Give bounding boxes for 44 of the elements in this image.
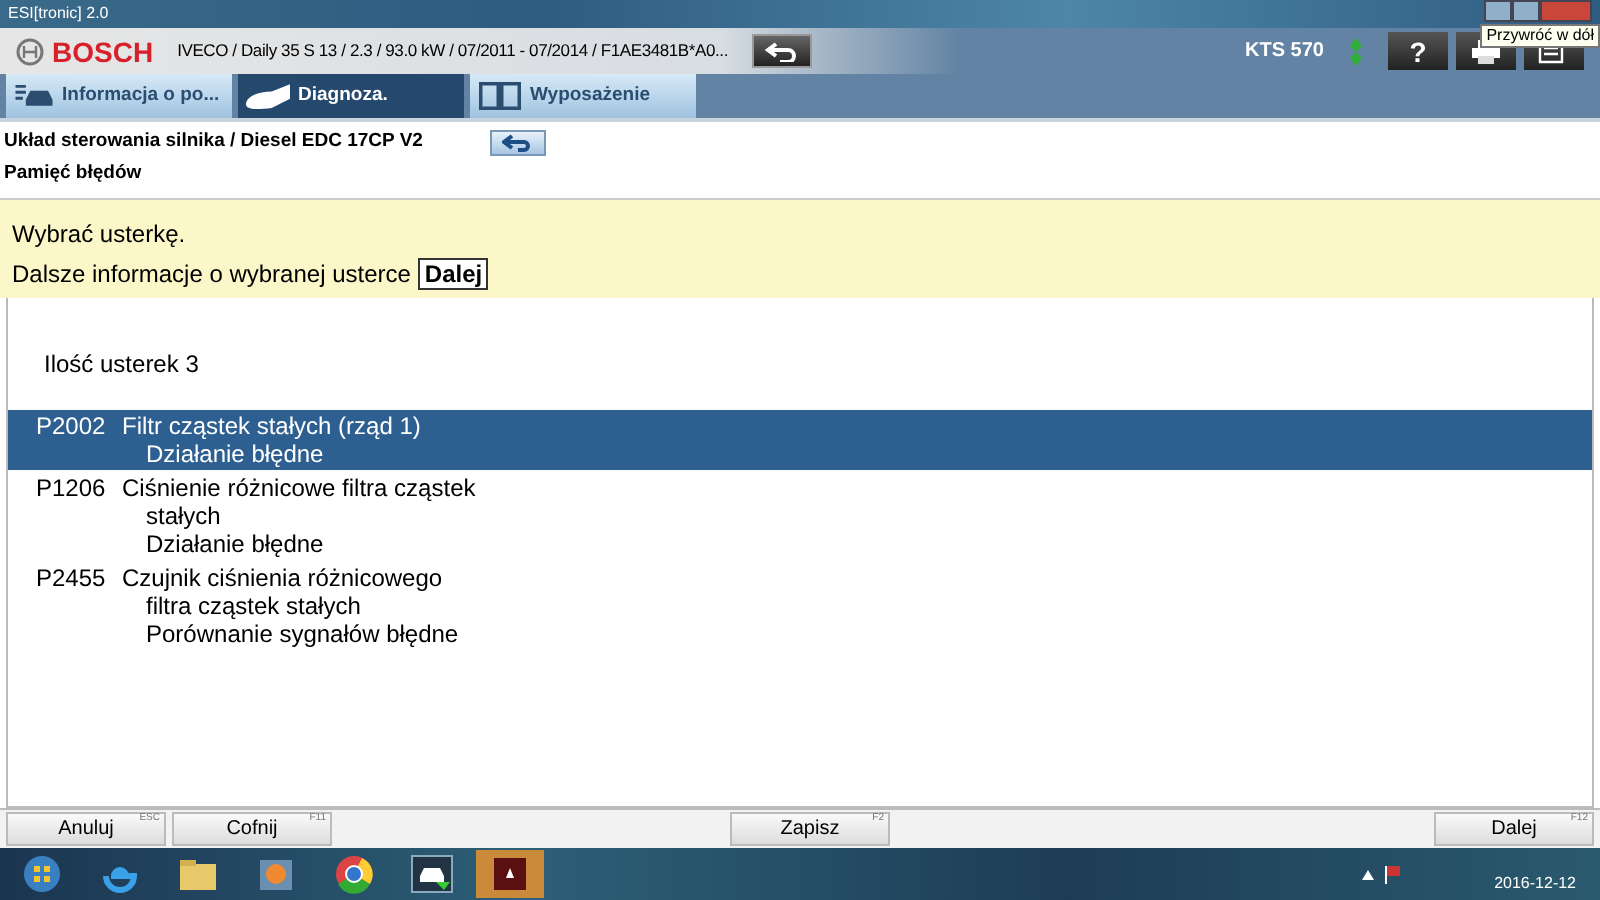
fault-description: Filtr cząstek stałych (rząd 1) xyxy=(122,412,421,440)
restore-button[interactable] xyxy=(1512,0,1540,22)
fault-code: P1206 xyxy=(34,474,108,506)
connection-icon xyxy=(1348,37,1364,65)
fault-description: filtra cząstek stałych xyxy=(144,592,363,620)
key-label: Dalej xyxy=(418,258,489,290)
back-button[interactable] xyxy=(490,130,547,156)
fault-row[interactable]: P2002 Filtr cząstek stałych (rząd 1) Działanie błędne xyxy=(8,410,1592,470)
vehicle-info: IVECO / Daily 35 S 13 / 2.3 / 93.0 kW / 07/2011 - 07/2014 / F1AE3481B*A0... xyxy=(177,38,728,64)
tooltip: Przywróć w dół xyxy=(1480,24,1600,48)
app-icon[interactable] xyxy=(476,850,544,898)
brand-name: BOSCH xyxy=(52,37,154,65)
tab[interactable]: Wyposażenie xyxy=(470,74,696,118)
plug-icon xyxy=(246,83,290,109)
tray-arrow-icon[interactable] xyxy=(1362,869,1375,879)
tab[interactable]: Informacja o po... xyxy=(6,74,232,118)
logo-icon xyxy=(16,37,44,65)
fault-description: Porównanie sygnałów błędne xyxy=(144,620,459,648)
fault-description: Ciśnienie różnicowe filtra cząstek xyxy=(122,474,476,502)
page-title: Pamięć błędów xyxy=(2,160,144,188)
fault-description: Działanie błędne xyxy=(144,440,326,468)
minimize-button[interactable] xyxy=(1484,0,1512,22)
back-button[interactable] xyxy=(752,34,812,68)
window-title: ESI[tronic] 2.0 xyxy=(8,6,109,22)
fault-description: stałych xyxy=(144,502,223,530)
fault-description: Czujnik ciśnienia różnicowego xyxy=(122,564,445,592)
tab[interactable]: Diagnoza. xyxy=(238,74,464,118)
hint-text: Wybrać usterkę. xyxy=(12,218,188,252)
device-name: KTS 570 xyxy=(1245,38,1324,66)
clock-date[interactable]: 2016-12-12 xyxy=(1494,872,1576,896)
fault-description: Działanie błędne xyxy=(144,530,326,558)
book-icon xyxy=(478,82,522,110)
fault-row[interactable]: P2455 Czujnik ciśnienia różnicowego filtra cząstek stałych Porównanie sygnałów błędne xyxy=(8,562,1592,650)
hint-text: Dalsze informacje o wybranej usterce xyxy=(12,258,411,292)
car-icon xyxy=(14,84,54,108)
fault-code: P2455 xyxy=(34,564,108,596)
fault-count: Ilość usterek 3 xyxy=(42,348,201,382)
fault-row[interactable]: P1206 Ciśnienie różnicowe filtra cząstek stałych Działanie błędne xyxy=(8,472,1592,560)
back-arrow-icon xyxy=(764,41,800,61)
help-button[interactable]: ? xyxy=(1388,32,1448,70)
breadcrumb-path: Układ sterowania silnika / Diesel EDC 17CP V2 xyxy=(4,128,423,157)
fault-code: P2002 xyxy=(34,412,108,444)
back-arrow-icon xyxy=(502,134,535,152)
flag-icon[interactable] xyxy=(1384,864,1405,884)
